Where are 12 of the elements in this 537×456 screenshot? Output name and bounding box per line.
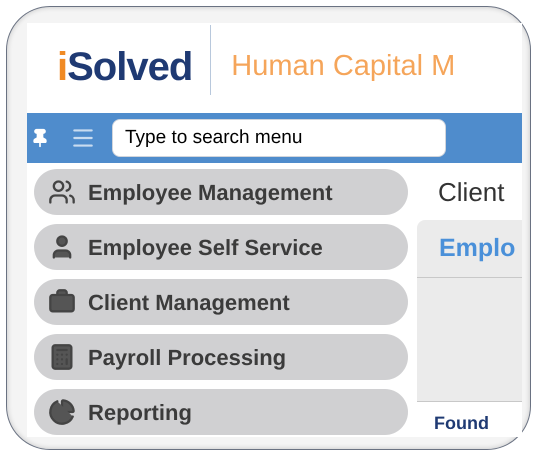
sidebar-item[interactable]: Employee Self Service xyxy=(34,224,408,270)
chart-icon xyxy=(48,398,76,426)
sidebar-item[interactable]: Payroll Processing xyxy=(34,334,408,380)
people-icon xyxy=(48,178,76,206)
page-heading: Client xyxy=(437,176,506,209)
sidebar-item[interactable]: Reporting xyxy=(34,389,408,435)
sidebar-item[interactable]: Employee Management xyxy=(34,169,408,215)
results-count: Found xyxy=(434,413,489,433)
search-field[interactable]: Type to search menu xyxy=(112,119,446,157)
app-title: Human Capital M xyxy=(231,49,456,84)
sidebar-item[interactable]: Client Management xyxy=(34,279,408,325)
logo: iSolved xyxy=(57,44,192,91)
